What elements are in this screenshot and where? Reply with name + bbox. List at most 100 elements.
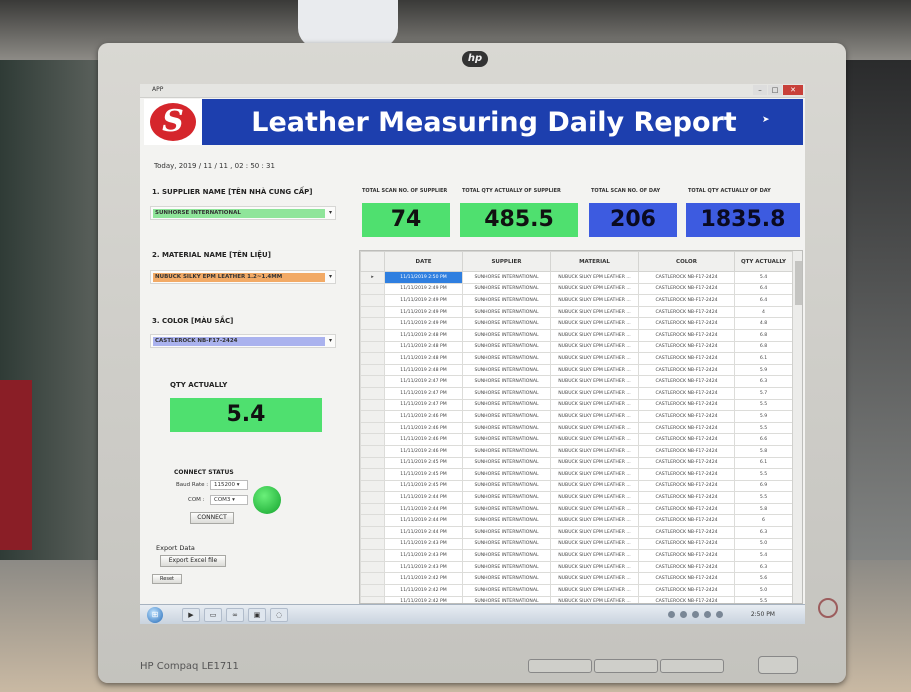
row-header[interactable] — [360, 595, 385, 603]
table-row[interactable]: 11/11/2019 2:46 PM SUNHORSE INTERNATIONAL… — [360, 410, 793, 423]
cell-qty[interactable]: 5.0 — [734, 537, 793, 551]
volume-icon[interactable] — [716, 611, 723, 618]
cell-qty[interactable]: 6.4 — [734, 294, 793, 307]
table-row[interactable]: 11/11/2019 2:42 PM SUNHORSE INTERNATIONAL… — [360, 595, 793, 603]
cell-material[interactable]: NUBUCK SILKY EPM LEATHER ... — [550, 421, 639, 435]
cell-qty[interactable]: 6 — [734, 514, 793, 528]
table-row[interactable]: 11/11/2019 2:43 PM SUNHORSE INTERNATIONAL… — [360, 549, 793, 562]
connect-button[interactable]: CONNECT — [190, 512, 234, 524]
cell-color[interactable]: CASTLEROCK NB-F17-2424 — [638, 502, 735, 516]
cell-color[interactable]: CASTLEROCK NB-F17-2424 — [638, 294, 735, 307]
cell-date[interactable]: 11/11/2019 2:46 PM — [384, 433, 463, 446]
cell-material[interactable]: NUBUCK SILKY EPM LEATHER ... — [550, 340, 639, 354]
cell-qty[interactable]: 6.3 — [734, 560, 793, 574]
cell-date[interactable]: 11/11/2019 2:47 PM — [384, 386, 463, 400]
cell-supplier[interactable]: SUNHORSE INTERNATIONAL — [462, 375, 551, 388]
cell-supplier[interactable]: SUNHORSE INTERNATIONAL — [462, 410, 551, 423]
row-header[interactable] — [360, 398, 385, 412]
row-header[interactable] — [360, 421, 385, 435]
cell-date[interactable]: 11/11/2019 2:42 PM — [384, 584, 463, 597]
cell-supplier[interactable]: SUNHORSE INTERNATIONAL — [462, 305, 551, 319]
cell-date[interactable]: 11/11/2019 2:45 PM — [384, 468, 463, 481]
row-header[interactable] — [360, 282, 385, 296]
cell-color[interactable]: CASTLEROCK NB-F17-2424 — [638, 491, 735, 504]
cell-supplier[interactable]: SUNHORSE INTERNATIONAL — [462, 398, 551, 412]
cell-date[interactable]: 11/11/2019 2:44 PM — [384, 491, 463, 504]
cell-material[interactable]: NUBUCK SILKY EPM LEATHER ... — [550, 560, 639, 574]
cell-qty[interactable]: 6.6 — [734, 433, 793, 446]
cell-qty[interactable]: 6.8 — [734, 340, 793, 354]
cell-material[interactable]: NUBUCK SILKY EPM LEATHER ... — [550, 375, 639, 388]
cell-date[interactable]: 11/11/2019 2:47 PM — [384, 398, 463, 412]
cell-qty[interactable]: 4.8 — [734, 317, 793, 330]
table-row[interactable]: 11/11/2019 2:46 PM SUNHORSE INTERNATIONAL… — [360, 421, 793, 435]
cell-supplier[interactable]: SUNHORSE INTERNATIONAL — [462, 584, 551, 597]
cell-material[interactable]: NUBUCK SILKY EPM LEATHER ... — [550, 328, 639, 342]
cell-date[interactable]: 11/11/2019 2:48 PM — [384, 352, 463, 365]
cell-supplier[interactable]: SUNHORSE INTERNATIONAL — [462, 514, 551, 528]
cell-date[interactable]: 11/11/2019 2:49 PM — [384, 282, 463, 296]
cell-color[interactable]: CASTLEROCK NB-F17-2424 — [638, 375, 735, 388]
cell-material[interactable]: NUBUCK SILKY EPM LEATHER ... — [550, 572, 639, 586]
cell-material[interactable]: NUBUCK SILKY EPM LEATHER ... — [550, 549, 639, 562]
row-header[interactable] — [360, 491, 385, 504]
cell-color[interactable]: CASTLEROCK NB-F17-2424 — [638, 352, 735, 365]
monitor-power-button[interactable] — [758, 656, 798, 674]
cell-date[interactable]: 11/11/2019 2:42 PM — [384, 572, 463, 586]
maximize-button[interactable]: □ — [768, 85, 782, 95]
cell-supplier[interactable]: SUNHORSE INTERNATIONAL — [462, 491, 551, 504]
cell-qty[interactable]: 5.9 — [734, 363, 793, 377]
table-row[interactable]: 11/11/2019 2:48 PM SUNHORSE INTERNATIONAL… — [360, 340, 793, 354]
table-row[interactable]: 11/11/2019 2:44 PM SUNHORSE INTERNATIONAL… — [360, 491, 793, 504]
table-row[interactable]: 11/11/2019 2:42 PM SUNHORSE INTERNATIONAL… — [360, 572, 793, 586]
taskbar-clock[interactable]: 2:50 PM — [751, 611, 775, 618]
cell-material[interactable]: NUBUCK SILKY EPM LEATHER ... — [550, 514, 639, 528]
cell-supplier[interactable]: SUNHORSE INTERNATIONAL — [462, 421, 551, 435]
row-header[interactable] — [360, 317, 385, 330]
row-header[interactable] — [360, 386, 385, 400]
cell-material[interactable]: NUBUCK SILKY EPM LEATHER ... — [550, 502, 639, 516]
cell-qty[interactable]: 6.8 — [734, 328, 793, 342]
cell-date[interactable]: 11/11/2019 2:44 PM — [384, 514, 463, 528]
cell-color[interactable]: CASTLEROCK NB-F17-2424 — [638, 317, 735, 330]
cell-date[interactable]: 11/11/2019 2:49 PM — [384, 317, 463, 330]
cell-qty[interactable]: 5.7 — [734, 386, 793, 400]
close-button[interactable]: ✕ — [783, 85, 803, 95]
table-row[interactable]: 11/11/2019 2:46 PM SUNHORSE INTERNATIONAL… — [360, 433, 793, 446]
cell-supplier[interactable]: SUNHORSE INTERNATIONAL — [462, 549, 551, 562]
cell-supplier[interactable]: SUNHORSE INTERNATIONAL — [462, 456, 551, 470]
visual-studio-icon[interactable]: ∞ — [226, 608, 244, 622]
row-header[interactable] — [360, 340, 385, 354]
cell-qty[interactable]: 5.5 — [734, 421, 793, 435]
cell-color[interactable]: CASTLEROCK NB-F17-2424 — [638, 282, 735, 296]
row-header[interactable] — [360, 352, 385, 365]
app-icon[interactable]: ▣ — [248, 608, 266, 622]
cell-color[interactable]: CASTLEROCK NB-F17-2424 — [638, 328, 735, 342]
cell-material[interactable]: NUBUCK SILKY EPM LEATHER ... — [550, 456, 639, 470]
table-row[interactable]: 11/11/2019 2:42 PM SUNHORSE INTERNATIONAL… — [360, 584, 793, 597]
cell-color[interactable]: CASTLEROCK NB-F17-2424 — [638, 421, 735, 435]
cell-qty[interactable]: 5.0 — [734, 584, 793, 597]
cell-color[interactable]: CASTLEROCK NB-F17-2424 — [638, 514, 735, 528]
cell-date[interactable]: 11/11/2019 2:47 PM — [384, 375, 463, 388]
row-header[interactable] — [360, 456, 385, 470]
cell-material[interactable]: NUBUCK SILKY EPM LEATHER ... — [550, 444, 639, 458]
monitor-button-2[interactable] — [594, 659, 658, 673]
table-row[interactable]: 11/11/2019 2:45 PM SUNHORSE INTERNATIONAL… — [360, 479, 793, 493]
monitor-button-3[interactable] — [660, 659, 724, 673]
cell-date[interactable]: 11/11/2019 2:42 PM — [384, 595, 463, 603]
row-header[interactable] — [360, 584, 385, 597]
cell-supplier[interactable]: SUNHORSE INTERNATIONAL — [462, 317, 551, 330]
cell-qty[interactable]: 5.8 — [734, 444, 793, 458]
row-header[interactable] — [360, 444, 385, 458]
cell-supplier[interactable]: SUNHORSE INTERNATIONAL — [462, 468, 551, 481]
start-button[interactable]: ⊞ — [147, 607, 163, 623]
table-row[interactable]: 11/11/2019 2:47 PM SUNHORSE INTERNATIONAL… — [360, 386, 793, 400]
cell-color[interactable]: CASTLEROCK NB-F17-2424 — [638, 340, 735, 354]
com-port-select[interactable]: COM3 ▾ — [210, 495, 248, 505]
baud-rate-select[interactable]: 115200 ▾ — [210, 480, 248, 490]
reset-button[interactable]: Reset — [152, 574, 182, 584]
row-header[interactable] — [360, 410, 385, 423]
measurements-table[interactable]: DATE SUPPLIER MATERIAL COLOR QTY ACTUALL… — [359, 250, 803, 604]
row-header[interactable] — [360, 294, 385, 307]
